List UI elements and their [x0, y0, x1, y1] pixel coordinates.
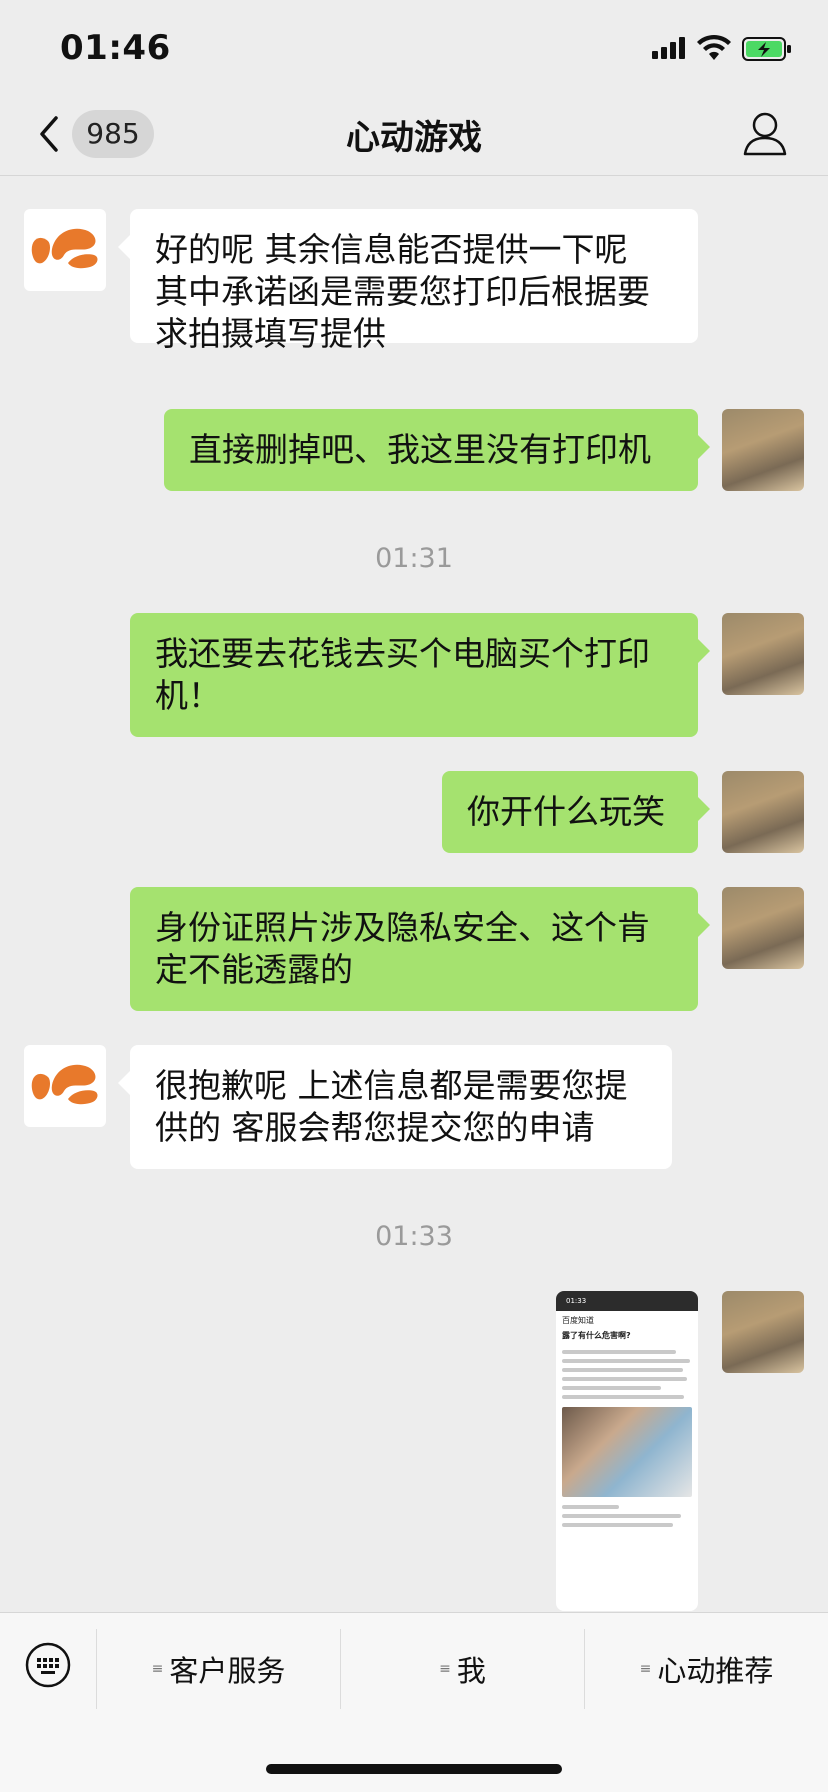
xd-logo-icon: [31, 1064, 98, 1105]
menu-me[interactable]: ≡ 我: [341, 1629, 584, 1709]
thumbnail-site-name: 百度知道: [562, 1316, 594, 1325]
thumbnail-question: 露了有什么危害啊?: [562, 1331, 631, 1340]
keyboard-icon[interactable]: [24, 1641, 72, 1689]
status-time: 01:46: [60, 28, 171, 68]
menu-list-icon: ≡: [151, 1661, 164, 1677]
battery-charging-icon: [742, 37, 791, 61]
unread-count-badge[interactable]: 985: [72, 110, 154, 158]
message-bubble-incoming[interactable]: 很抱歉呢 上述信息都是需要您提 供的 客服会帮您提交您的申请: [118, 1045, 672, 1169]
message-bubble-outgoing[interactable]: 身份证照片涉及隐私安全、这个肯 定不能透露的: [130, 887, 710, 1011]
user-avatar[interactable]: [722, 887, 804, 969]
user-avatar[interactable]: [722, 771, 804, 853]
menu-item-label: 客户服务: [169, 1654, 286, 1688]
user-avatar[interactable]: [722, 409, 804, 491]
menu-list-icon: ≡: [439, 1661, 451, 1677]
message-bubble-incoming[interactable]: 好的呢 其余信息能否提供一下呢 其中承诺函是需要您打印后根据要 求拍摄填写提供: [118, 209, 698, 353]
profile-icon[interactable]: [740, 108, 790, 158]
thumbnail-text-line: [562, 1350, 676, 1354]
thumbnail-text-line: [562, 1368, 683, 1372]
thumbnail-text-line: [562, 1514, 682, 1518]
cellular-signal-icon: [652, 37, 685, 59]
home-indicator[interactable]: [266, 1764, 562, 1774]
timestamp-separator: 01:31: [375, 543, 453, 574]
thumbnail-text-line: [562, 1386, 662, 1390]
thumbnail-status-bar: 01:33: [556, 1291, 698, 1311]
back-arrow-icon[interactable]: [36, 114, 62, 154]
chat-title: 心动游戏: [346, 118, 482, 158]
thumbnail-text-line: [562, 1523, 673, 1527]
menu-recommend[interactable]: ≡ 心动推荐: [585, 1629, 828, 1709]
menu-item-label: 心动推荐: [657, 1654, 774, 1688]
menu-item-label: 我: [456, 1654, 486, 1688]
thumbnail-text-line: [562, 1377, 687, 1381]
bot-avatar[interactable]: [24, 209, 106, 291]
thumbnail-photo: [562, 1407, 692, 1497]
bot-avatar[interactable]: [24, 1045, 106, 1127]
message-bubble-outgoing[interactable]: 直接删掉吧、我这里没有打印机: [164, 409, 710, 491]
chat-header: 985 心动游戏: [0, 96, 828, 176]
thumbnail-text-line: [562, 1505, 619, 1509]
timestamp-separator: 01:33: [375, 1221, 453, 1252]
message-bubble-outgoing[interactable]: 我还要去花钱去买个电脑买个打印 机！: [130, 613, 710, 737]
message-bubble-outgoing[interactable]: 你开什么玩笑: [442, 771, 710, 853]
thumbnail-text-line: [562, 1395, 685, 1399]
xd-logo-icon: [31, 228, 98, 269]
menu-customer-service[interactable]: ≡ 客户服务: [97, 1629, 340, 1709]
wifi-icon: [697, 34, 731, 60]
status-bar: 01:46: [0, 0, 828, 96]
user-avatar[interactable]: [722, 1291, 804, 1373]
thumbnail-text-line: [562, 1359, 690, 1363]
image-message-thumbnail[interactable]: 01:33 百度知道 露了有什么危害啊?: [556, 1291, 698, 1611]
user-avatar[interactable]: [722, 613, 804, 695]
menu-list-icon: ≡: [639, 1661, 652, 1677]
message-list[interactable]: 好的呢 其余信息能否提供一下呢 其中承诺函是需要您打印后根据要 求拍摄填写提供 …: [0, 177, 828, 1611]
